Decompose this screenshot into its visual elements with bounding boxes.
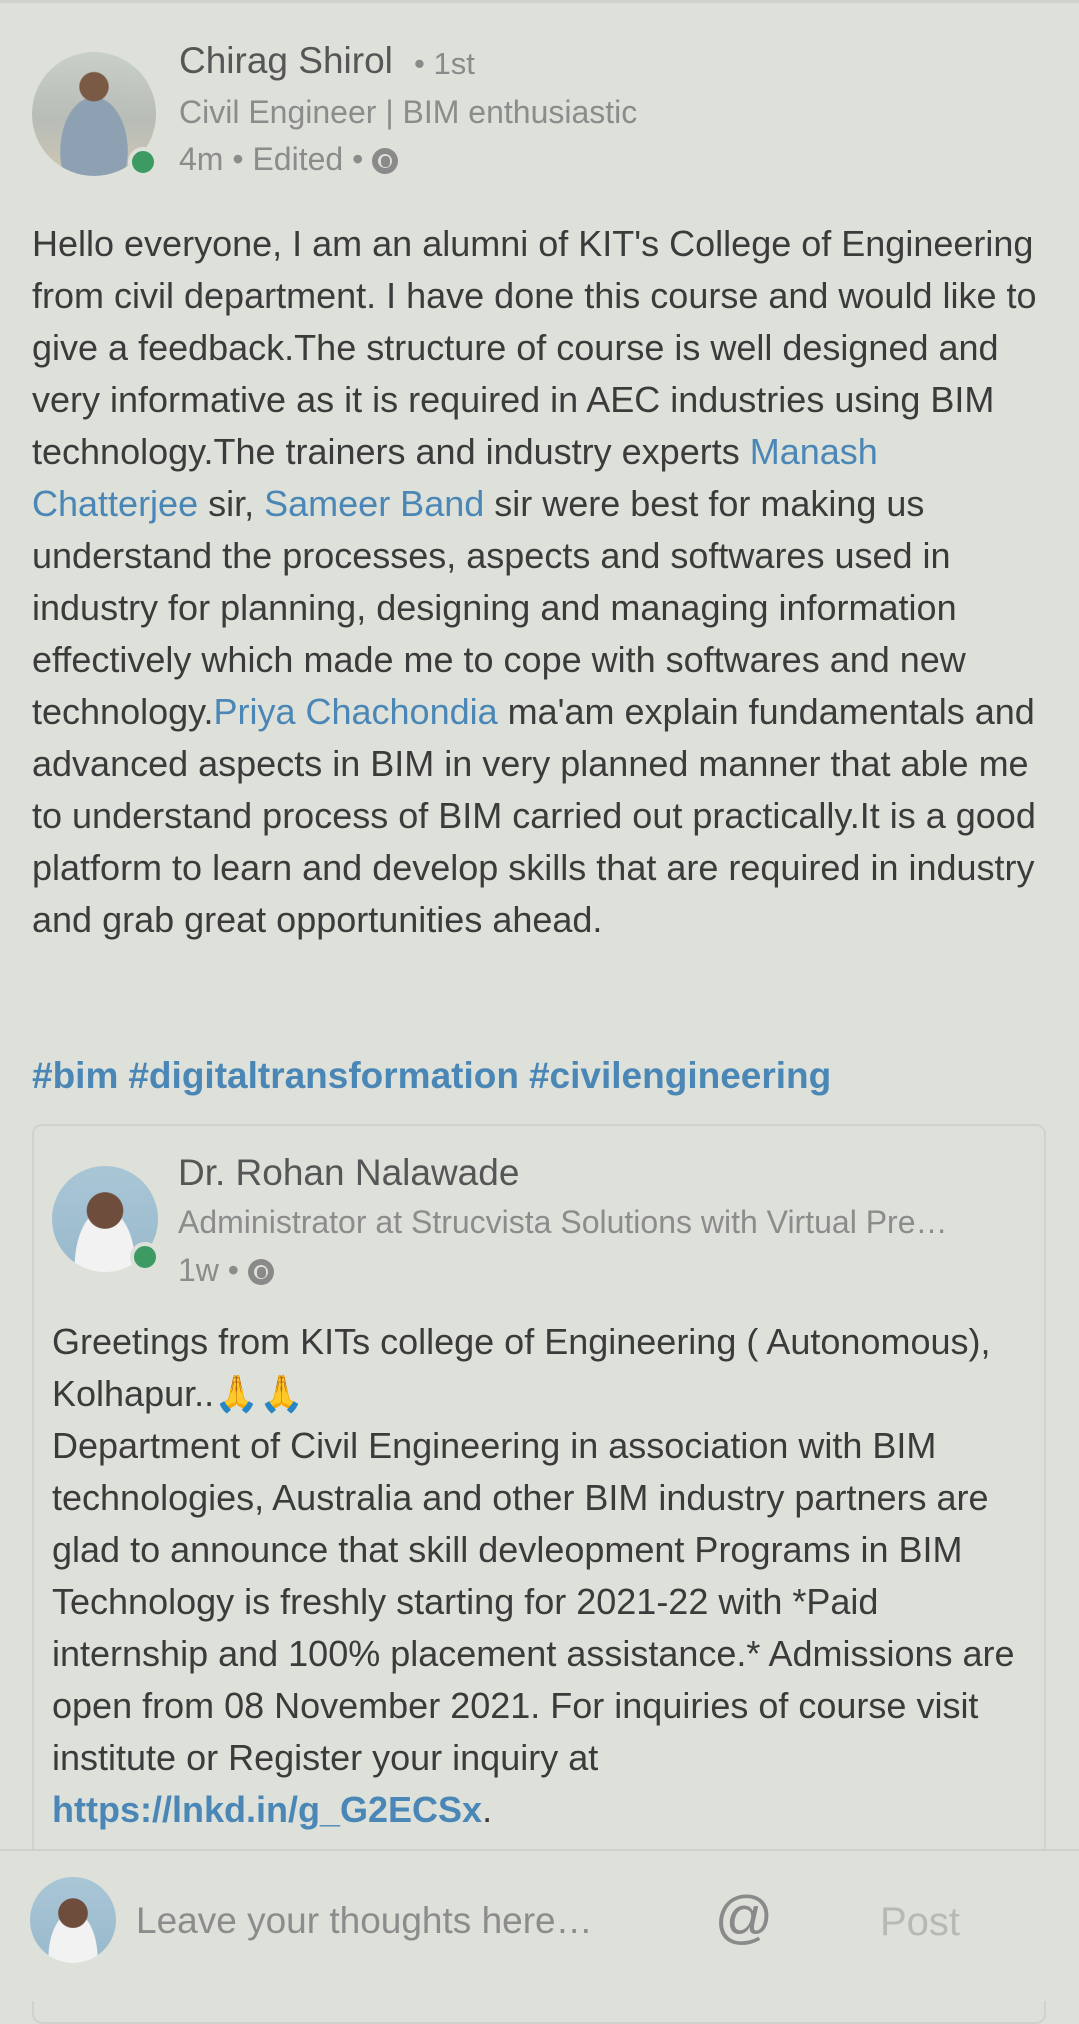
online-status-indicator xyxy=(128,147,158,177)
hashtag-link[interactable]: #civilengineering xyxy=(529,1055,831,1096)
shared-post-timestamp: 1w • xyxy=(178,1252,239,1288)
mention-link[interactable]: Sameer Band xyxy=(264,483,484,524)
author-name[interactable]: Chirag Shirol xyxy=(179,40,393,82)
shared-post-body: Greetings from KITs college of Engineeri… xyxy=(52,1316,1042,1836)
shared-post-link[interactable]: https://lnkd.in/g_G2ECSx xyxy=(52,1789,482,1830)
hashtag-link[interactable]: #bim xyxy=(32,1055,118,1096)
globe-icon xyxy=(247,1259,274,1285)
hashtag-list: #bim #digitaltransformation #civilengineer… xyxy=(32,1050,841,1102)
online-status-indicator xyxy=(130,1242,160,1272)
hashtag-link[interactable]: #digitaltransformation xyxy=(128,1055,519,1096)
shared-author-name[interactable]: Dr. Rohan Nalawade xyxy=(178,1152,519,1194)
post-meta: 4m • Edited • xyxy=(179,141,399,178)
post-timestamp: 4m • Edited • xyxy=(179,141,364,177)
mention-icon[interactable]: @ xyxy=(714,1883,774,1953)
shared-post-meta: 1w • xyxy=(178,1252,274,1289)
comment-input[interactable] xyxy=(136,1893,676,1949)
post-button[interactable]: Post xyxy=(850,1889,990,1953)
mention-link[interactable]: Priya Chachondia xyxy=(213,691,497,732)
post-header: Chirag Shirol • 1st Civil Engineer | BIM… xyxy=(0,0,1079,200)
connection-degree: • 1st xyxy=(414,46,475,81)
globe-icon xyxy=(372,148,399,174)
shared-post-text: Greetings from KITs college of Engineeri… xyxy=(52,1321,1015,1778)
comment-bar: @ Post xyxy=(0,1849,1079,2001)
commenter-avatar xyxy=(30,1877,116,1963)
post-body: Hello everyone, I am an alumni of KIT's … xyxy=(32,218,1042,946)
post-text: Hello everyone, I am an alumni of KIT's … xyxy=(32,223,1037,472)
shared-author-headline: Administrator at Strucvista Solutions wi… xyxy=(178,1204,948,1240)
author-headline: Civil Engineer | BIM enthusiastic xyxy=(179,94,638,130)
post-text: sir, xyxy=(198,483,265,524)
shared-post-text: . xyxy=(482,1789,493,1830)
